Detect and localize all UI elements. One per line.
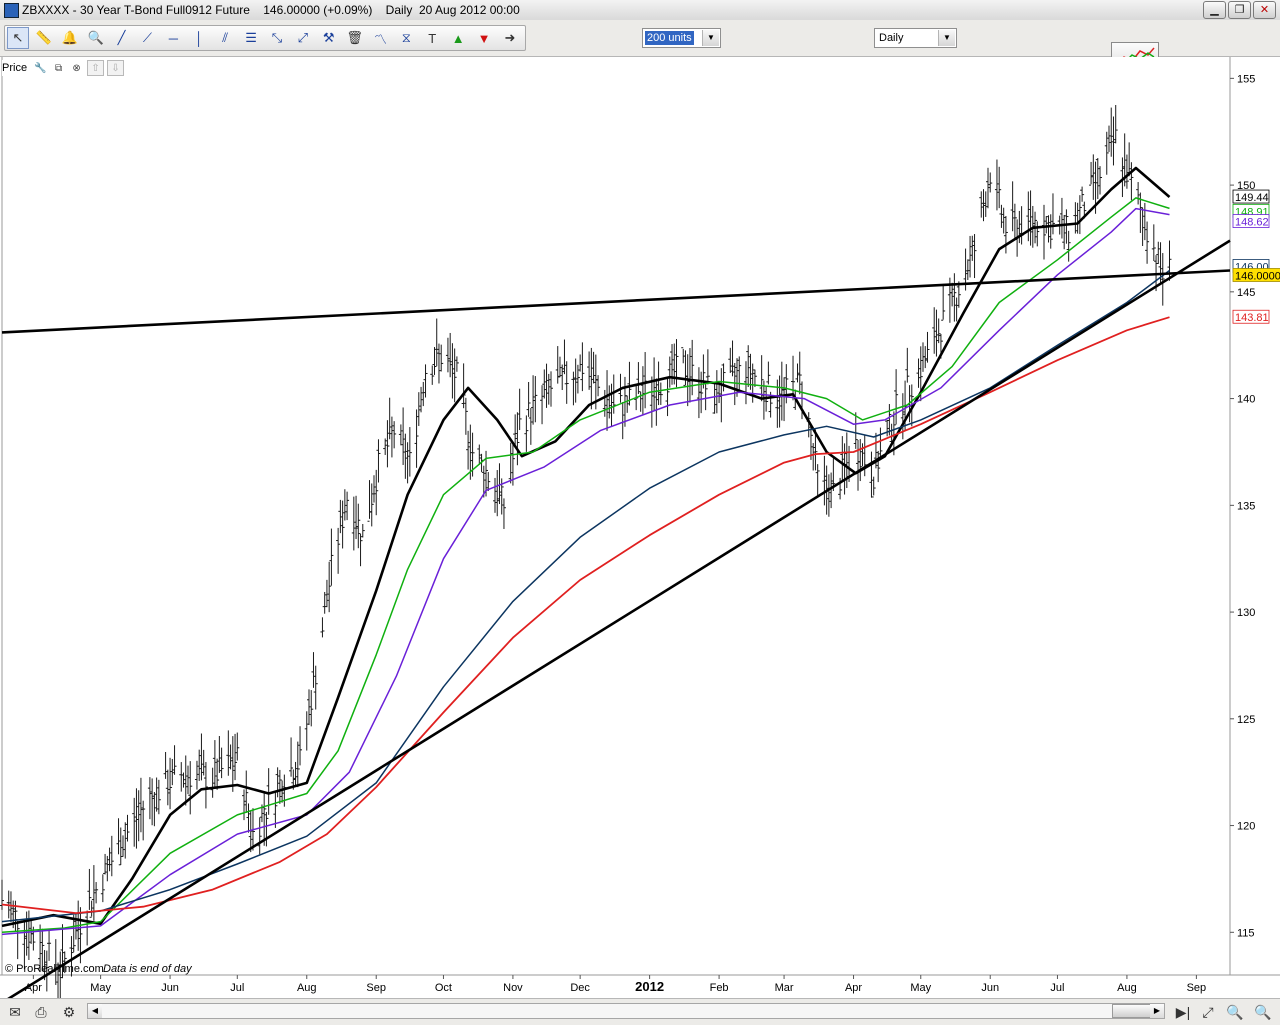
sell-arrow-icon[interactable]: ▼ bbox=[473, 27, 495, 49]
triangle-pattern-icon[interactable]: ⧖ bbox=[395, 27, 417, 49]
price-tag-label: 149.44 bbox=[1235, 192, 1269, 204]
mail-icon[interactable]: ✉ bbox=[4, 1002, 26, 1022]
zoom-out-icon[interactable]: 🔍 bbox=[1224, 1002, 1246, 1022]
vertical-line-icon[interactable]: │ bbox=[188, 27, 210, 49]
chart-area[interactable]: 115 120 125 130 135 140 145 150 155 Apr May Jun Jul… bbox=[0, 57, 1280, 1006]
y-tick-label: 125 bbox=[1237, 714, 1255, 726]
scroll-right-icon[interactable]: ▶ bbox=[1150, 1004, 1164, 1018]
fibonacci-icon[interactable]: ☰ bbox=[240, 27, 262, 49]
status-bar: ✉ ⎙ ⚙ ◀ ▶ ▶| ⤢ 🔍 🔍 bbox=[0, 998, 1280, 1025]
data-note-text: Data is end of day bbox=[103, 963, 193, 975]
y-tick-label: 145 bbox=[1237, 287, 1255, 299]
x-tick-label: Feb bbox=[710, 982, 729, 994]
text-tool-icon[interactable]: T bbox=[421, 27, 443, 49]
x-tick-label: Sep bbox=[1187, 982, 1207, 994]
price-tag-label: 146.00000 bbox=[1235, 270, 1280, 282]
x-tick-label: Apr bbox=[845, 982, 862, 994]
trendline-icon[interactable]: ╱ bbox=[111, 27, 133, 49]
drawing-tools: ↖ 📏 🔔 🔍 ╱ ⟋ ─ │ ⫽ ☰ ⤡ ⤢ ⚒ 🗑 〽 ⧖ T ▲ ▼ ➜ bbox=[4, 25, 526, 51]
parallel-lines-icon[interactable]: ⫽ bbox=[214, 27, 236, 49]
panel-header: Price 🔧 ⧉ ⊗ ⇧ ⇩ bbox=[2, 60, 128, 76]
price-tag-label: 143.81 bbox=[1235, 312, 1269, 324]
units-select[interactable]: 200 units ▼ bbox=[642, 28, 721, 48]
x-tick-label: Jun bbox=[161, 982, 179, 994]
y-tick-label: 120 bbox=[1237, 821, 1255, 833]
x-tick-label: Apr bbox=[25, 982, 42, 994]
auto-scroll-icon[interactable]: ▶| bbox=[1172, 1002, 1194, 1022]
restore-button[interactable]: ❐ bbox=[1228, 1, 1251, 19]
panel-label: Price bbox=[2, 62, 28, 74]
y-tick-label: 140 bbox=[1237, 394, 1255, 406]
y-tick-label: 130 bbox=[1237, 607, 1255, 619]
minimize-button[interactable]: ▁ bbox=[1203, 1, 1226, 19]
x-tick-label: 2012 bbox=[635, 979, 664, 994]
x-tick-label: Oct bbox=[435, 982, 452, 994]
price-chart[interactable]: 115120125130135140145150155 Apr May Jun Jul… bbox=[0, 57, 1280, 1006]
x-tick-label: Dec bbox=[570, 982, 590, 994]
alert-bell-icon[interactable]: 🔔 bbox=[59, 27, 81, 49]
scroll-left-icon[interactable]: ◀ bbox=[88, 1004, 102, 1018]
x-tick-label: Aug bbox=[297, 982, 317, 994]
app-icon bbox=[4, 3, 19, 18]
chevron-down-icon: ▼ bbox=[702, 30, 719, 46]
horizontal-scrollbar[interactable]: ◀ ▶ bbox=[87, 1003, 1165, 1019]
cursor-tool-icon[interactable]: ↖ bbox=[7, 27, 29, 49]
price-tag-label: 148.62 bbox=[1235, 217, 1269, 229]
copyright-text: © ProRealTime.com bbox=[5, 963, 104, 975]
settings-icon[interactable]: ⚙ bbox=[58, 1002, 80, 1022]
x-tick-label: Jul bbox=[1050, 982, 1064, 994]
x-tick-label: May bbox=[910, 982, 931, 994]
next-arrow-icon[interactable]: ➜ bbox=[499, 27, 521, 49]
trash-icon[interactable]: 🗑 bbox=[344, 27, 366, 49]
print-icon[interactable]: ⎙ bbox=[30, 1002, 52, 1022]
wrench-icon[interactable]: 🔧 bbox=[33, 61, 48, 75]
horizontal-line-icon[interactable]: ─ bbox=[162, 27, 184, 49]
move-up-icon[interactable]: ⇧ bbox=[87, 60, 105, 76]
x-tick-label: Jun bbox=[981, 982, 999, 994]
period-select-value: Daily bbox=[879, 32, 904, 44]
x-tick-label: Aug bbox=[1117, 982, 1137, 994]
close-panel-icon[interactable]: ⊗ bbox=[69, 61, 84, 75]
zoom-fit-icon[interactable]: ⤢ bbox=[1197, 1002, 1219, 1022]
ray-line-icon[interactable]: ⟋ bbox=[136, 27, 158, 49]
ruler-tool-icon[interactable]: 📏 bbox=[33, 27, 55, 49]
period-select[interactable]: Daily ▼ bbox=[874, 28, 957, 48]
magnifier-icon[interactable]: 🔍 bbox=[85, 27, 107, 49]
extend-line-icon[interactable]: ⤡ bbox=[266, 27, 288, 49]
scroll-thumb[interactable] bbox=[1112, 1004, 1152, 1018]
buy-arrow-icon[interactable]: ▲ bbox=[447, 27, 469, 49]
window-controls: ▁ ❐ ✕ bbox=[1203, 1, 1276, 19]
x-tick-label: Mar bbox=[775, 982, 794, 994]
x-tick-label: Jul bbox=[230, 982, 244, 994]
x-tick-label: May bbox=[90, 982, 111, 994]
zoom-in-icon[interactable]: 🔍 bbox=[1252, 1002, 1274, 1022]
y-tick-label: 155 bbox=[1237, 73, 1255, 85]
y-tick-label: 135 bbox=[1237, 500, 1255, 512]
units-select-value: 200 units bbox=[645, 31, 694, 45]
title-bar: ZBXXXX - 30 Year T-Bond Full0912 Future … bbox=[0, 0, 1280, 21]
pattern-icon[interactable]: 〽 bbox=[369, 27, 391, 49]
window-title: ZBXXXX - 30 Year T-Bond Full0912 Future … bbox=[22, 3, 520, 17]
x-tick-label: Sep bbox=[366, 982, 386, 994]
channel-icon[interactable]: ⤢ bbox=[292, 27, 314, 49]
y-tick-label: 115 bbox=[1237, 927, 1255, 939]
tools-icon[interactable]: ⚒ bbox=[318, 27, 340, 49]
duplicate-panel-icon[interactable]: ⧉ bbox=[51, 61, 66, 75]
x-tick-label: Nov bbox=[503, 982, 523, 994]
toolbar: ↖ 📏 🔔 🔍 ╱ ⟋ ─ │ ⫽ ☰ ⤡ ⤢ ⚒ 🗑 〽 ⧖ T ▲ ▼ ➜ 200 units ▼ Daily ▼ bbox=[0, 20, 1280, 72]
move-down-icon[interactable]: ⇩ bbox=[107, 60, 125, 76]
chevron-down-icon: ▼ bbox=[938, 30, 955, 46]
close-button[interactable]: ✕ bbox=[1253, 1, 1276, 19]
